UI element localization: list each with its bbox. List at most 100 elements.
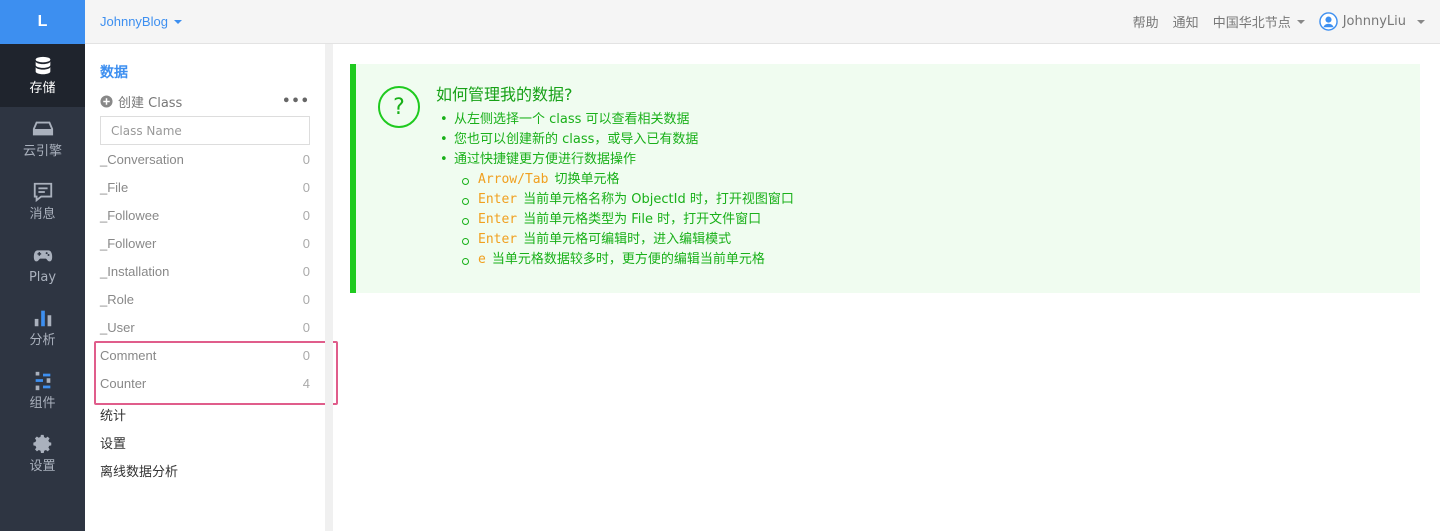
components-icon — [35, 371, 50, 390]
shortcut-desc: 切换单元格 — [554, 172, 620, 187]
class-item-installation[interactable]: _Installation 0 — [100, 257, 310, 285]
user-menu[interactable]: JohnnyLiu — [1318, 12, 1425, 31]
rail-item-messages[interactable]: 消息 — [0, 170, 85, 233]
help-item: 您也可以创建新的 class，或导入已有数据 — [436, 130, 1420, 150]
class-name: _Conversation — [100, 151, 184, 167]
class-count: 0 — [302, 263, 310, 279]
notifications-link[interactable]: 通知 — [1173, 12, 1199, 31]
rail-item-storage[interactable]: 存储 — [0, 44, 85, 107]
help-item-text: 通过快捷键更方便进行数据操作 — [454, 152, 637, 167]
top-bar-actions: 帮助 通知 中国华北节点 JohnnyLiu — [1133, 12, 1425, 31]
help-body: 如何管理我的数据? 从左侧选择一个 class 可以查看相关数据 您也可以创建新… — [436, 82, 1420, 270]
class-count: 0 — [302, 291, 310, 307]
shortcut-item: Arrow/Tab 切换单元格 — [460, 170, 1420, 190]
rail-item-analytics[interactable]: 分析 — [0, 296, 85, 359]
help-link[interactable]: 帮助 — [1133, 12, 1159, 31]
shortcut-desc: 当前单元格可编辑时，进入编辑模式 — [523, 232, 732, 247]
gamepad-icon — [33, 249, 52, 261]
chevron-down-icon — [1417, 19, 1425, 24]
class-name: _Installation — [100, 263, 170, 279]
class-sidebar: 数据 创建 Class ••• _Conversation 0 _File 0 _F… — [85, 44, 325, 531]
class-name: Comment — [100, 347, 157, 363]
nav-link-stats[interactable]: 统计 — [100, 403, 310, 431]
class-count: 0 — [302, 151, 310, 167]
class-count: 0 — [302, 319, 310, 335]
class-item-user[interactable]: _User 0 — [100, 313, 310, 341]
class-item-counter[interactable]: Counter 4 — [100, 369, 310, 397]
class-name: _User — [100, 319, 135, 335]
class-count: 4 — [302, 375, 310, 391]
help-item: 从左侧选择一个 class 可以查看相关数据 — [436, 110, 1420, 130]
shortcut-key: Enter — [478, 232, 518, 247]
shortcut-key: e — [478, 252, 486, 267]
shortcut-item: e 当单元格数据较多时，更方便的编辑当前单元格 — [460, 250, 1420, 270]
gear-icon — [32, 434, 51, 453]
class-name: _Followee — [100, 207, 160, 223]
shortcut-item: Enter 当前单元格名称为 ObjectId 时，打开视图窗口 — [460, 190, 1420, 210]
class-item-follower[interactable]: _Follower 0 — [100, 229, 310, 257]
shortcut-key: Enter — [478, 212, 518, 227]
class-count: 0 — [302, 235, 310, 251]
app-switcher[interactable]: JohnnyBlog — [100, 14, 182, 29]
create-class-row: 创建 Class ••• — [100, 92, 310, 111]
rail-item-cloud-engine[interactable]: 云引擎 — [0, 107, 85, 170]
rail-item-label: 组件 — [29, 395, 56, 411]
section-title-data[interactable]: 数据 — [100, 64, 310, 82]
shortcut-item: Enter 当前单元格可编辑时，进入编辑模式 — [460, 230, 1420, 250]
shortcut-desc: 当前单元格名称为 ObjectId 时，打开视图窗口 — [523, 192, 794, 207]
class-name: _Role — [100, 291, 134, 307]
class-item-file[interactable]: _File 0 — [100, 173, 310, 201]
shortcut-item: Enter 当前单元格类型为 File 时，打开文件窗口 — [460, 210, 1420, 230]
nav-link-settings[interactable]: 设置 — [100, 431, 310, 459]
app-nav-rail: L 存储 云引擎 消息 Play 分析 组件 设置 — [0, 0, 85, 531]
class-count: 0 — [302, 347, 310, 363]
chevron-down-icon — [1296, 19, 1305, 24]
nav-link-offline-analytics[interactable]: 离线数据分析 — [100, 459, 310, 487]
shortcut-desc: 当前单元格类型为 File 时，打开文件窗口 — [523, 212, 762, 227]
class-name-search-input[interactable] — [100, 116, 310, 145]
rail-item-label: 消息 — [29, 206, 56, 222]
rail-item-label: Play — [28, 269, 57, 285]
rail-item-label: 存储 — [29, 80, 56, 96]
create-class-button[interactable]: 创建 Class — [118, 92, 182, 111]
shortcut-key: Enter — [478, 192, 518, 207]
help-title: 如何管理我的数据? — [436, 85, 573, 104]
help-item-shortcuts: 通过快捷键更方便进行数据操作 Arrow/Tab 切换单元格 Enter 当前单元格… — [436, 150, 1420, 270]
shortcut-desc: 当单元格数据较多时，更方便的编辑当前单元格 — [491, 252, 765, 267]
question-icon: ? — [378, 86, 420, 128]
class-count: 0 — [302, 207, 310, 223]
user-name: JohnnyLiu — [1342, 14, 1406, 29]
class-name: _File — [100, 179, 129, 195]
chevron-down-icon — [173, 19, 182, 24]
class-item-role[interactable]: _Role 0 — [100, 285, 310, 313]
server-icon — [32, 121, 53, 135]
more-options-icon[interactable]: ••• — [282, 94, 310, 109]
shortcut-key: Arrow/Tab — [478, 172, 549, 187]
app-logo[interactable]: L — [0, 0, 85, 44]
region-label: 中国华北节点 — [1212, 16, 1291, 31]
class-item-conversation[interactable]: _Conversation 0 — [100, 145, 310, 173]
class-item-comment[interactable]: Comment 0 — [100, 341, 310, 369]
bar-chart-icon — [34, 310, 51, 326]
rail-item-label: 分析 — [29, 332, 56, 348]
class-count: 0 — [302, 179, 310, 195]
help-panel: ? 如何管理我的数据? 从左侧选择一个 class 可以查看相关数据 您也可以创… — [350, 64, 1420, 293]
rail-item-label: 设置 — [29, 458, 56, 474]
rail-item-components[interactable]: 组件 — [0, 359, 85, 422]
rail-item-label: 云引擎 — [22, 143, 62, 159]
class-item-followee[interactable]: _Followee 0 — [100, 201, 310, 229]
database-icon — [35, 56, 50, 74]
panel-divider — [325, 44, 333, 531]
shortcut-list: Arrow/Tab 切换单元格 Enter 当前单元格名称为 ObjectId 时，… — [460, 170, 1420, 270]
plus-circle-icon[interactable] — [100, 94, 113, 108]
rail-item-play[interactable]: Play — [0, 233, 85, 296]
class-name: Counter — [100, 375, 147, 391]
user-avatar-icon — [1318, 12, 1338, 31]
class-name: _Follower — [100, 235, 157, 251]
app-name: JohnnyBlog — [100, 14, 168, 29]
help-list: 从左侧选择一个 class 可以查看相关数据 您也可以创建新的 class，或导… — [436, 110, 1420, 270]
rail-item-settings[interactable]: 设置 — [0, 422, 85, 485]
message-icon — [33, 182, 52, 202]
top-bar: JohnnyBlog 帮助 通知 中国华北节点 JohnnyLiu — [85, 0, 1440, 44]
region-selector[interactable]: 中国华北节点 — [1213, 12, 1305, 31]
